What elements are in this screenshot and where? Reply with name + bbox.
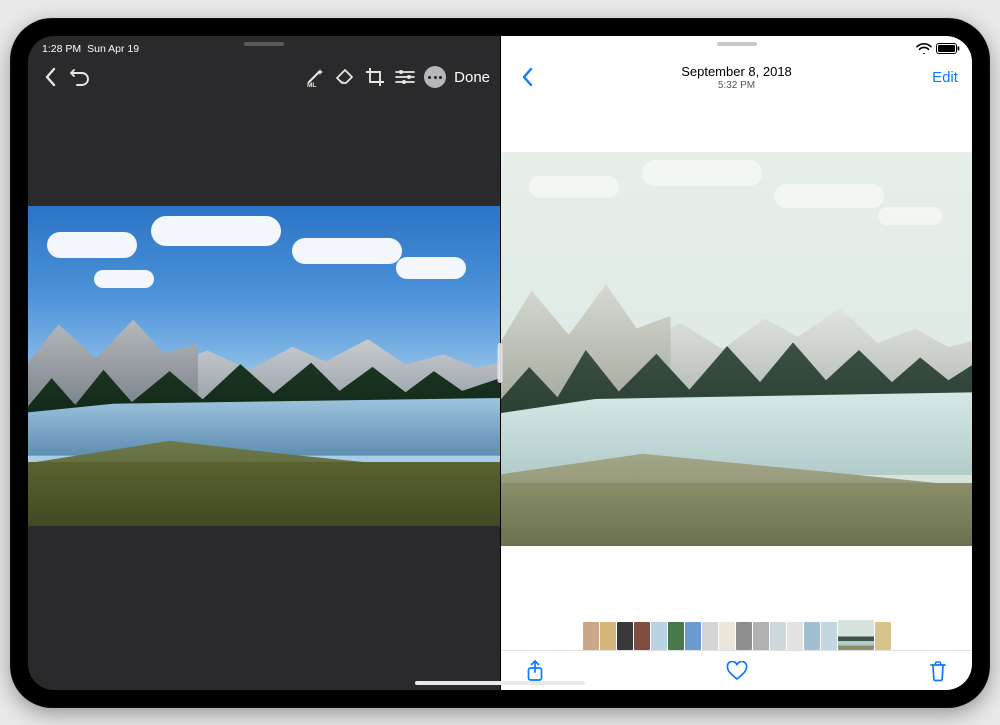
favorite-button[interactable] [719, 651, 755, 691]
thumbnail[interactable] [617, 622, 633, 650]
thumbnail[interactable] [651, 622, 667, 650]
adjust-icon[interactable] [390, 60, 420, 94]
thumbnail[interactable] [685, 622, 701, 650]
crop-icon[interactable] [360, 60, 390, 94]
status-time: 1:28 PM [42, 43, 81, 55]
photo-viewer[interactable] [501, 152, 972, 546]
photo-right [501, 152, 972, 546]
editor-canvas[interactable] [28, 206, 500, 526]
photo-title: September 8, 2018 5:32 PM [501, 64, 972, 91]
status-bar-right [916, 43, 960, 54]
done-button[interactable]: Done [450, 60, 490, 94]
battery-icon [936, 43, 960, 54]
undo-button[interactable] [66, 60, 96, 94]
thumbnail-strip[interactable] [501, 616, 972, 650]
thumbnail[interactable] [753, 622, 769, 650]
thumbnail[interactable] [668, 622, 684, 650]
magic-wand-icon[interactable]: ML [300, 60, 330, 94]
photo-left [28, 206, 500, 526]
home-indicator[interactable] [415, 681, 585, 685]
thumbnail[interactable] [804, 622, 820, 650]
thumbnail[interactable] [787, 622, 803, 650]
thumbnail[interactable] [838, 620, 874, 650]
back-button[interactable] [513, 60, 543, 94]
status-date: Sun Apr 19 [87, 43, 139, 55]
eraser-icon[interactable] [330, 60, 360, 94]
thumbnail[interactable] [821, 622, 837, 650]
thumbnail[interactable] [634, 622, 650, 650]
thumbnail[interactable] [875, 622, 891, 650]
back-button[interactable] [36, 60, 66, 94]
more-button[interactable] [420, 60, 450, 94]
thumbnail[interactable] [583, 622, 599, 650]
split-grabber-left[interactable] [244, 42, 284, 46]
status-bar-left: 1:28 PM Sun Apr 19 [42, 43, 139, 55]
thumbnail[interactable] [736, 622, 752, 650]
photo-time: 5:32 PM [501, 80, 972, 91]
photo-date: September 8, 2018 [501, 64, 972, 79]
svg-text:ML: ML [307, 82, 316, 87]
wifi-icon [916, 43, 932, 54]
edit-button[interactable]: Edit [930, 60, 960, 94]
ellipsis-icon [424, 66, 446, 88]
thumbnail[interactable] [719, 622, 735, 650]
right-app-pane: September 8, 2018 5:32 PM Edit [500, 36, 972, 690]
left-app-pane: 1:28 PM Sun Apr 19 ML [28, 36, 500, 690]
ipad-frame: 1:28 PM Sun Apr 19 ML [10, 18, 990, 708]
split-view-divider[interactable] [498, 343, 503, 383]
screen: 1:28 PM Sun Apr 19 ML [28, 36, 972, 690]
thumbnail[interactable] [702, 622, 718, 650]
thumbnail[interactable] [770, 622, 786, 650]
delete-button[interactable] [920, 651, 956, 691]
thumbnail[interactable] [600, 622, 616, 650]
split-grabber-right[interactable] [717, 42, 757, 46]
photos-toolbar: September 8, 2018 5:32 PM Edit [501, 58, 972, 96]
editor-toolbar: ML Done [28, 58, 500, 96]
